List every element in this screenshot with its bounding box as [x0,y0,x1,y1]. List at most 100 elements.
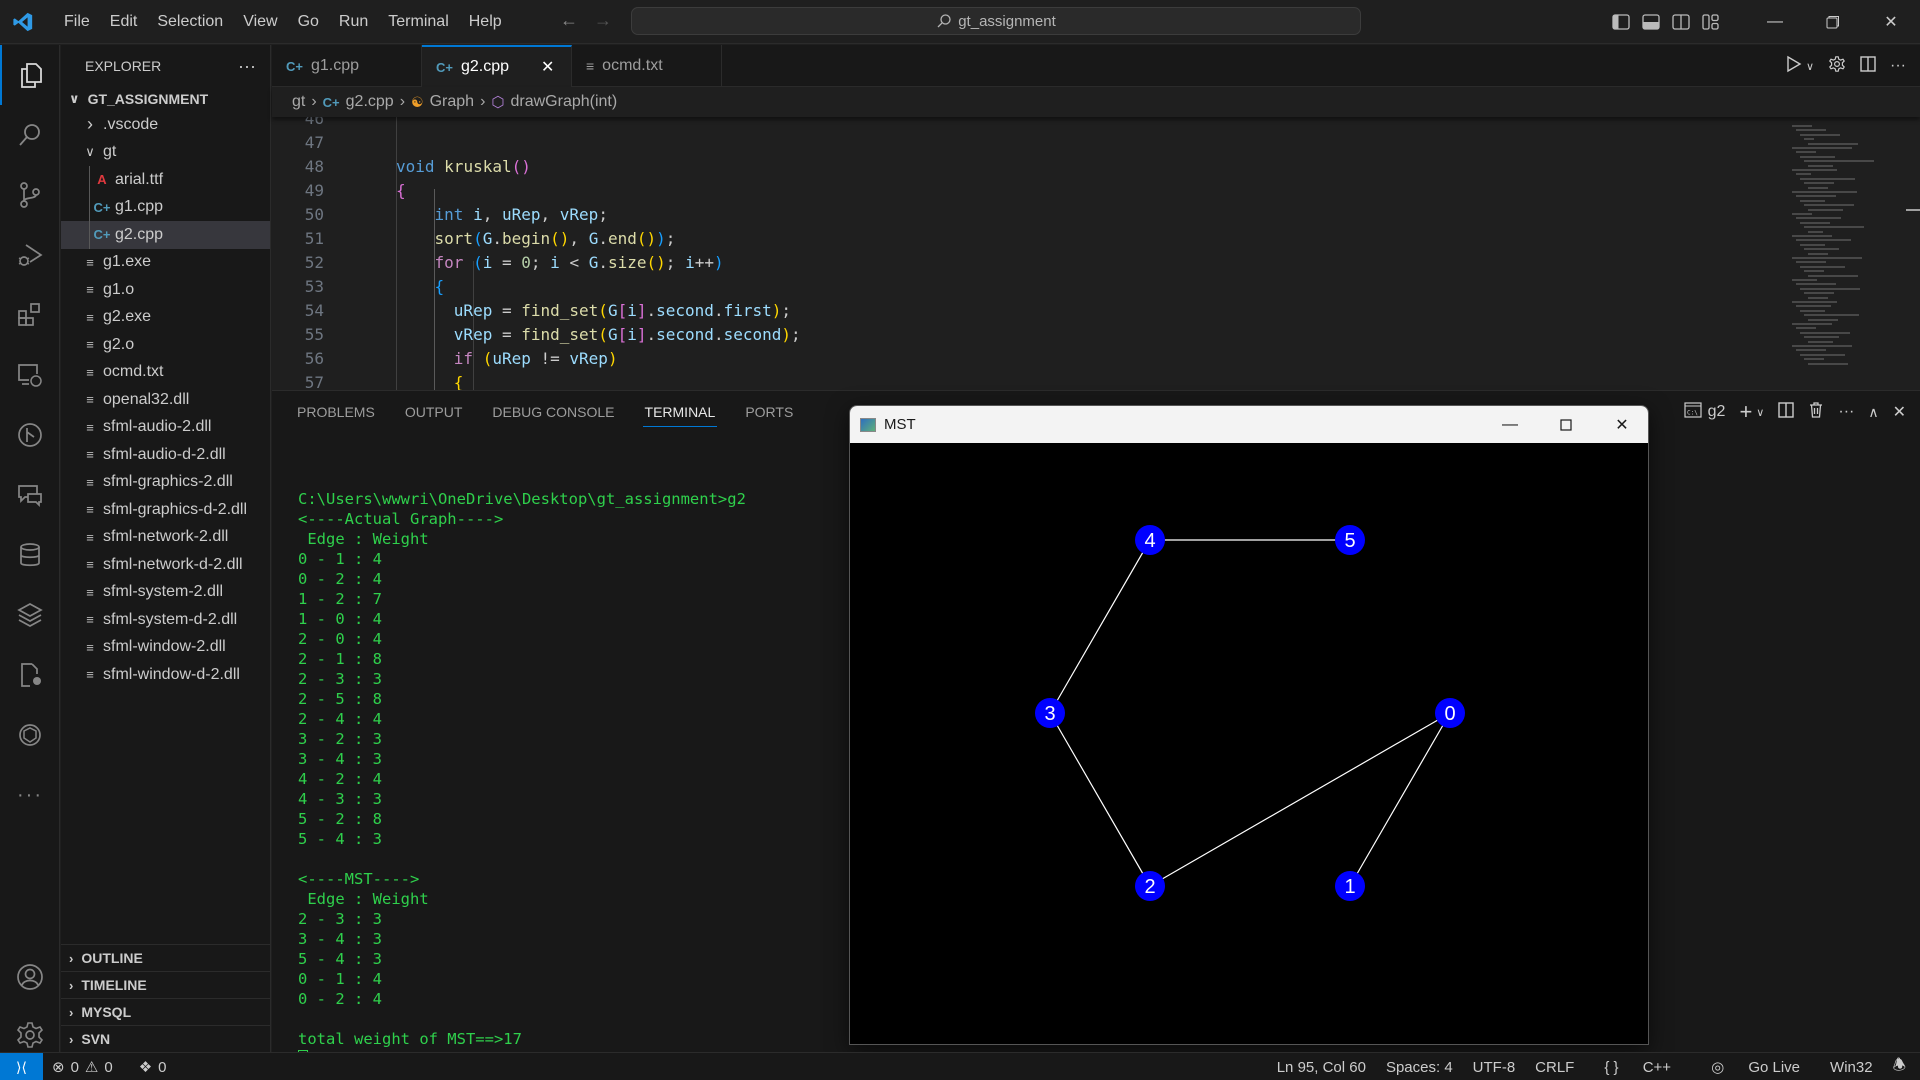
trash-icon[interactable] [1808,401,1824,424]
tree-item[interactable]: ≡ openal32.dll [61,386,270,414]
workspace-root[interactable]: ∨ GT_ASSIGNMENT [61,87,270,111]
menu-go[interactable]: Go [288,0,329,44]
explorer-more-actions-icon[interactable]: ··· [238,56,256,77]
run-file-icon[interactable] [1786,55,1802,78]
tree-item[interactable]: C+ g1.cpp [61,193,270,221]
tree-item[interactable]: ≡ sfml-window-d-2.dll [61,661,270,689]
panel-tab-problems[interactable]: PROBLEMS [297,391,375,433]
breadcrumb-folder[interactable]: gt [292,93,305,111]
breadcrumb-class[interactable]: Graph [430,93,474,111]
tree-item[interactable]: ≡ sfml-network-2.dll [61,524,270,552]
command-center-search[interactable]: gt_assignment [631,7,1361,35]
tree-item[interactable]: ≡ sfml-audio-d-2.dll [61,441,270,469]
maximize-panel-chevron-up-icon[interactable]: ∧ [1868,404,1878,421]
section-svn[interactable]: › SVN [61,1025,271,1052]
mst-window[interactable]: MST — ✕ 0 1 2 3 4 5 [849,405,1649,1045]
terminal-dropdown-chevron-icon[interactable]: ∨ [1756,406,1764,419]
customize-layout-icon[interactable] [1696,0,1726,44]
panel-tab-ports[interactable]: PORTS [745,391,793,433]
remote-indicator-icon[interactable]: ⟩⟨ [0,1053,43,1080]
mst-window-titlebar[interactable]: MST — ✕ [850,406,1648,443]
tree-item[interactable]: ≡ g2.exe [61,304,270,332]
split-terminal-icon[interactable] [1778,401,1795,423]
warning-count[interactable]: 0 [104,1059,112,1076]
section-timeline[interactable]: › TIMELINE [61,971,271,998]
go-live-button[interactable]: ◎ Go Live [1691,1058,1820,1076]
tab-g1-cpp[interactable]: C+ g1.cpp [272,45,422,87]
language-mode[interactable]: { } C++ [1584,1059,1691,1076]
breadcrumb-file[interactable]: g2.cpp [346,93,394,111]
tab-ocmd-txt[interactable]: ≡ ocmd.txt [572,45,722,87]
cpp-config-icon[interactable] [0,645,60,705]
close-tab-icon[interactable]: ✕ [541,57,554,77]
tab-g2-cpp[interactable]: C+ g2.cpp ✕ [422,45,572,87]
extensions-icon[interactable] [0,285,60,345]
panel-tab-output[interactable]: OUTPUT [405,391,463,433]
database-icon[interactable] [0,525,60,585]
tree-item[interactable]: ≡ g1.o [61,276,270,304]
search-icon[interactable] [0,105,60,165]
forward-arrow-icon[interactable]: → [594,10,612,31]
comments-icon[interactable] [0,465,60,525]
indentation[interactable]: Spaces: 4 [1376,1059,1463,1076]
tree-item[interactable]: ≡ sfml-system-d-2.dll [61,606,270,634]
split-editor-icon[interactable] [1860,55,1876,77]
tree-item[interactable]: Aarial.ttf [61,166,270,194]
panel-tab-terminal[interactable]: TERMINAL [642,391,718,433]
toggle-secondary-sidebar-icon[interactable] [1666,0,1696,44]
menu-edit[interactable]: Edit [100,0,148,44]
tree-item[interactable]: ≡ sfml-network-d-2.dll [61,551,270,579]
source-control-icon[interactable] [0,165,60,225]
minimize-window-button[interactable]: — [1746,0,1804,44]
end-of-line[interactable]: CRLF [1525,1059,1584,1076]
tree-item[interactable]: ≡ g1.exe [61,249,270,277]
ports-count[interactable]: 0 [158,1059,166,1076]
encoding[interactable]: UTF-8 [1463,1059,1526,1076]
tree-item[interactable]: C+ g2.cpp [61,221,270,249]
menu-run[interactable]: Run [329,0,378,44]
platform[interactable]: Win32 [1820,1059,1883,1076]
tree-item[interactable]: › .vscode [61,111,270,139]
mst-minimize-button[interactable]: — [1482,406,1538,443]
new-terminal-plus-icon[interactable]: + [1739,399,1752,425]
more-actions-icon[interactable]: ··· [1890,57,1906,75]
error-count[interactable]: 0 [71,1059,79,1076]
git-graph-icon[interactable] [0,405,60,465]
menu-file[interactable]: File [54,0,100,44]
terminal-instance-name[interactable]: g2 [1708,403,1726,421]
editor-scrollbar[interactable] [1906,117,1920,390]
mst-maximize-button[interactable] [1538,406,1594,443]
explorer-icon[interactable] [0,45,60,105]
menu-view[interactable]: View [233,0,287,44]
tree-item[interactable]: ∨ gt [61,139,270,167]
ports-broadcast-icon[interactable]: ❖ [139,1058,152,1076]
errors-icon[interactable]: ⊗ [52,1058,65,1076]
remote-explorer-icon[interactable] [0,345,60,405]
tree-item[interactable]: ≡ ocmd.txt [61,359,270,387]
notifications-bell-icon[interactable]: 🕭 [1883,1055,1920,1080]
menu-terminal[interactable]: Terminal [378,0,458,44]
run-debug-icon[interactable] [0,225,60,285]
gear-icon[interactable] [1828,55,1846,78]
more-views-icon[interactable]: ··· [0,765,60,825]
close-panel-icon[interactable]: ✕ [1893,402,1906,422]
cursor-position[interactable]: Ln 95, Col 60 [1267,1059,1376,1076]
toggle-panel-icon[interactable] [1636,0,1666,44]
accounts-icon[interactable] [0,947,60,1007]
tree-item[interactable]: ≡ sfml-graphics-d-2.dll [61,496,270,524]
section-outline[interactable]: › OUTLINE [61,944,271,971]
terminal-output[interactable]: C:\Users\wwwri\OneDrive\Desktop\gt_assig… [298,469,746,1069]
chatgpt-icon[interactable] [0,705,60,765]
breadcrumb-method[interactable]: drawGraph(int) [511,93,618,111]
menu-help[interactable]: Help [459,0,512,44]
mst-close-button[interactable]: ✕ [1594,406,1648,443]
restore-window-button[interactable] [1804,0,1862,44]
section-mysql[interactable]: › MYSQL [61,998,271,1025]
tree-item[interactable]: ≡ sfml-system-2.dll [61,579,270,607]
run-dropdown-chevron-icon[interactable]: ∨ [1806,60,1814,73]
back-arrow-icon[interactable]: ← [560,10,578,31]
panel-tab-debug-console[interactable]: DEBUG CONSOLE [492,391,614,433]
toggle-primary-sidebar-icon[interactable] [1606,0,1636,44]
tree-item[interactable]: ≡ sfml-window-2.dll [61,634,270,662]
more-actions-icon[interactable]: ··· [1838,403,1854,421]
